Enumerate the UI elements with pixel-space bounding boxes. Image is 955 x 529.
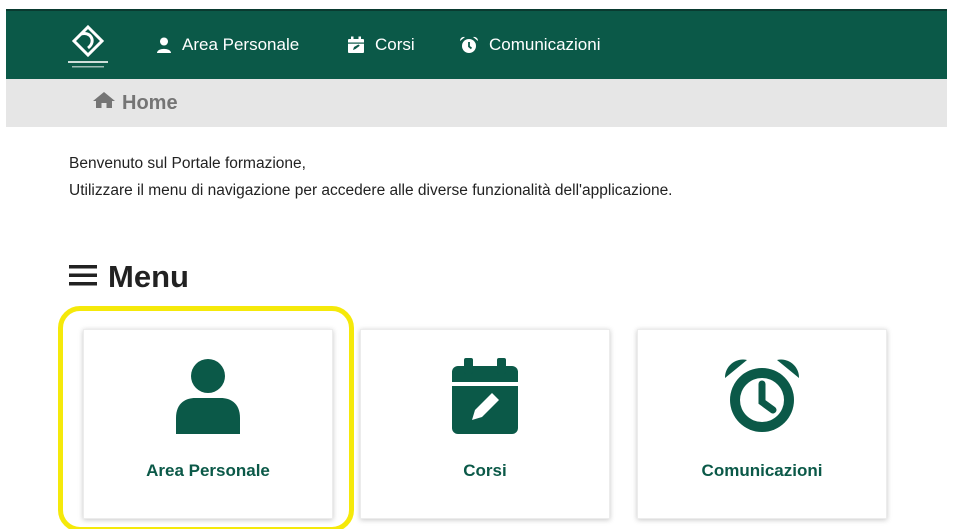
hamburger-icon <box>68 259 98 295</box>
card-label: Corsi <box>463 461 507 480</box>
nav-item-corsi[interactable]: Corsi <box>347 35 415 55</box>
alarm-clock-icon <box>459 36 479 54</box>
welcome-line-1: Benvenuto sul Portale formazione, <box>69 155 306 172</box>
calendar-edit-icon <box>361 358 609 438</box>
alarm-clock-icon <box>638 358 886 438</box>
card-corsi[interactable]: Corsi <box>360 329 610 519</box>
nav-item-area-personale[interactable]: Area Personale <box>156 35 299 55</box>
menu-heading: Menu <box>68 259 189 295</box>
welcome-line-2: Utilizzare il menu di navigazione per ac… <box>69 182 673 199</box>
menu-title: Menu <box>108 259 189 294</box>
breadcrumb-label: Home <box>122 91 178 114</box>
breadcrumb[interactable]: Home <box>92 91 178 115</box>
card-label: Comunicazioni <box>701 461 823 480</box>
card-label: Area Personale <box>146 461 270 480</box>
nav-item-label: Corsi <box>375 35 415 54</box>
nav-item-comunicazioni[interactable]: Comunicazioni <box>459 35 601 55</box>
user-icon <box>84 358 332 438</box>
nav-item-label: Comunicazioni <box>489 35 601 54</box>
nav-item-label: Area Personale <box>182 35 300 54</box>
card-comunicazioni[interactable]: Comunicazioni <box>637 329 887 519</box>
user-icon <box>156 37 172 53</box>
breadcrumb-bar: Home <box>6 79 947 127</box>
home-icon <box>92 91 116 115</box>
calendar-edit-icon <box>347 36 365 54</box>
top-navbar: Area Personale Corsi Comunicazioni <box>6 9 947 79</box>
school-logo-icon[interactable] <box>62 23 114 73</box>
welcome-text: Benvenuto sul Portale formazione, Utiliz… <box>69 150 673 204</box>
card-area-personale[interactable]: Area Personale <box>83 329 333 519</box>
